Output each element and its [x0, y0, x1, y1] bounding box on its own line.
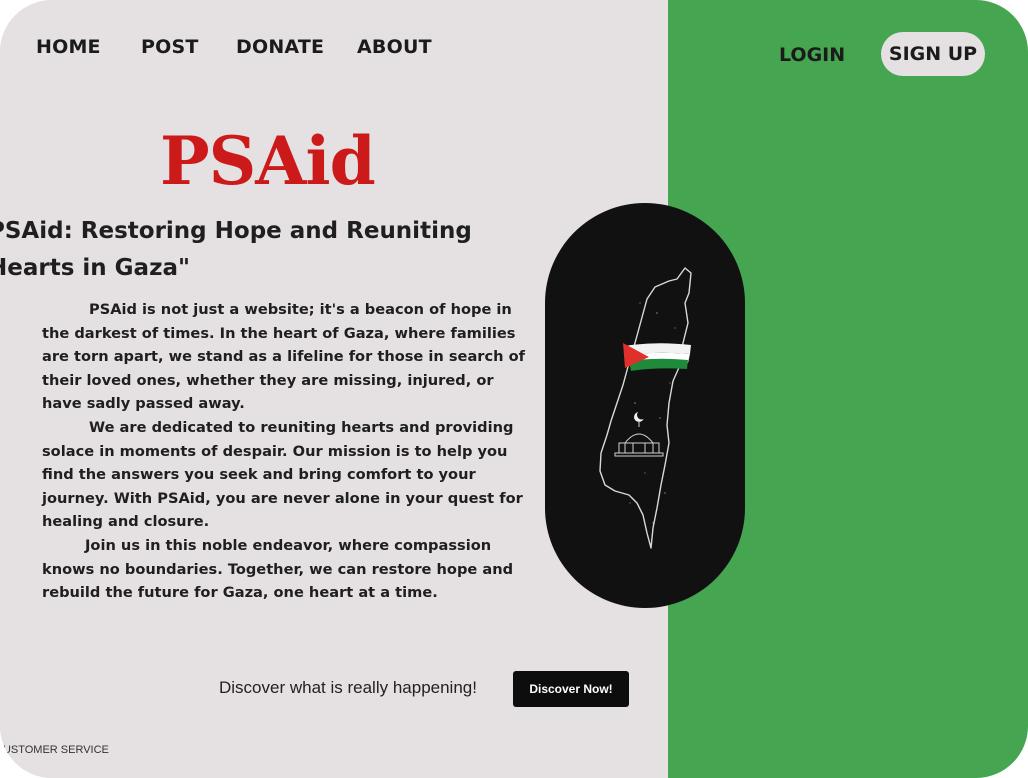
hero-paragraph: PSAid is not just a website; it's a beac… — [42, 301, 525, 413]
cta-text: Discover what is really happening! — [219, 678, 477, 697]
signup-button[interactable]: SIGN UP — [881, 32, 985, 76]
hero-paragraph: We are dedicated to reuniting hearts and… — [42, 418, 523, 531]
nav-about-link[interactable]: ABOUT — [357, 36, 432, 58]
nav-home-link[interactable]: HOME — [36, 36, 101, 58]
brand-logo: PSAid — [160, 122, 376, 200]
nav-donate-link[interactable]: DONATE — [236, 36, 324, 58]
palestine-map-flag-icon — [599, 267, 692, 549]
customer-service-link[interactable]: CUSTOMER SERVICE — [0, 744, 109, 756]
app-window: HOME POST DONATE ABOUT LOGIN SIGN UP PSA… — [0, 0, 1028, 778]
hero-description: PSAid is not just a website; it's a beac… — [42, 298, 537, 605]
login-link[interactable]: LOGIN — [779, 44, 845, 66]
hero-headline: PSAid: Restoring Hope and Reuniting Hear… — [0, 218, 472, 281]
hero-paragraph: Join us in this noble endeavor, where co… — [42, 536, 514, 602]
nav-post-link[interactable]: POST — [141, 36, 199, 58]
discover-now-button[interactable]: Discover Now! — [513, 671, 629, 707]
hero-image — [545, 203, 745, 608]
